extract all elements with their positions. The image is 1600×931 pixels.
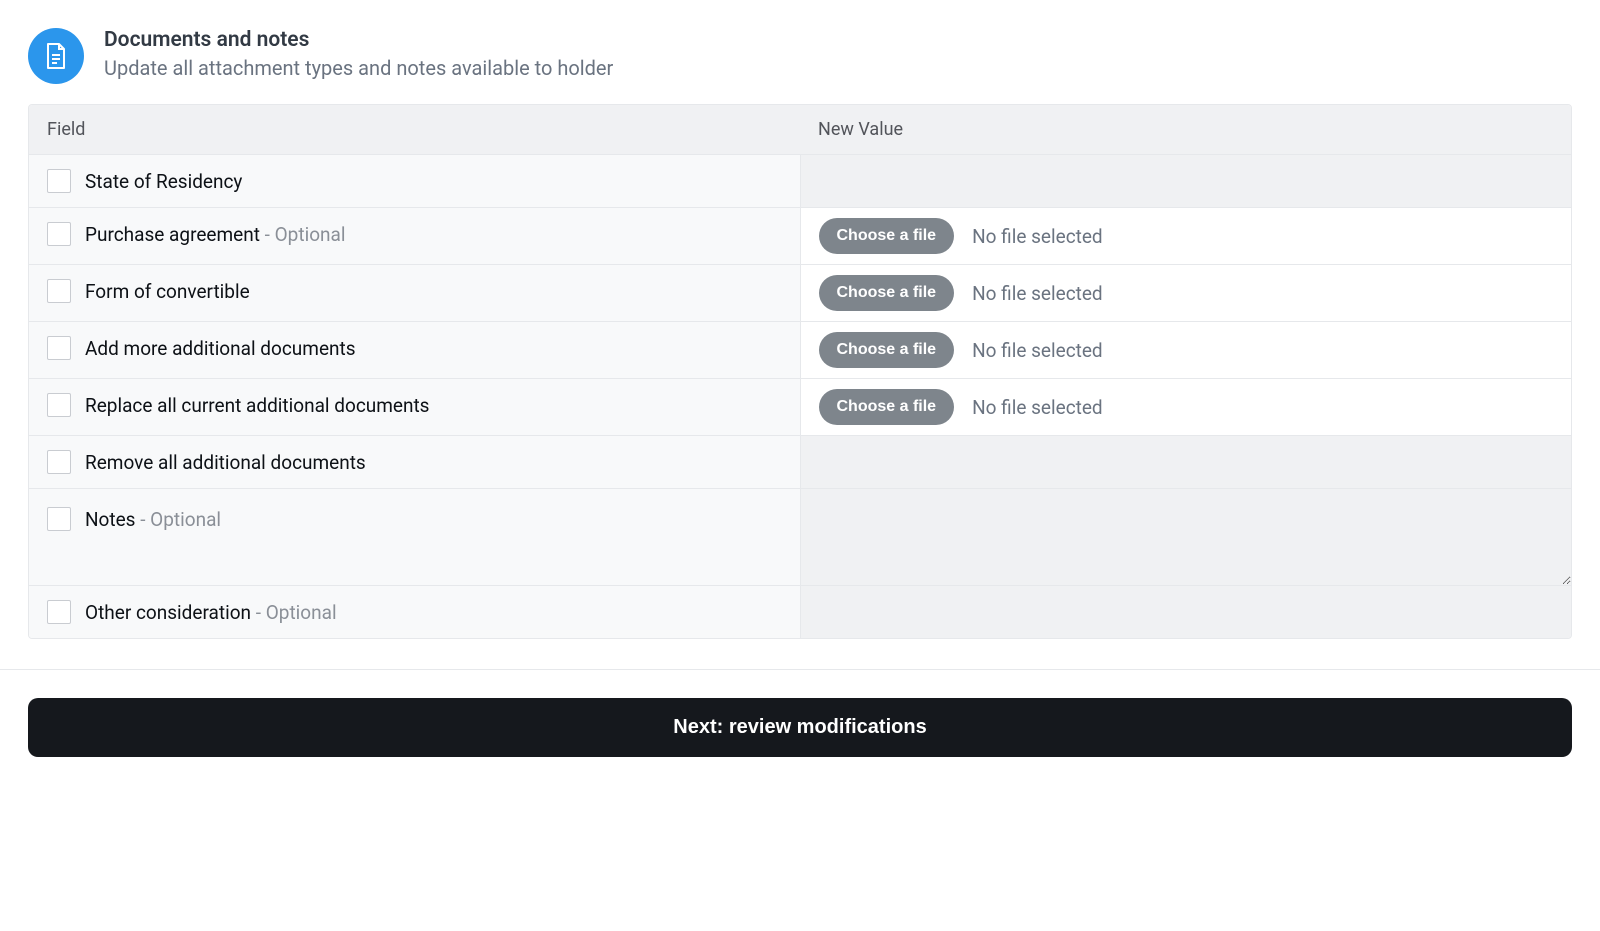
table-row: Form of convertible Choose a file No fil… — [29, 265, 1571, 322]
checkbox-purchase-agreement[interactable] — [47, 222, 71, 246]
table-row: Add more additional documents Choose a f… — [29, 322, 1571, 379]
value-cell-disabled — [800, 586, 1571, 639]
column-header-new-value: New Value — [800, 105, 1571, 155]
field-label: Purchase agreement - Optional — [85, 223, 345, 246]
checkbox-other-consideration[interactable] — [47, 600, 71, 624]
table-row: State of Residency — [29, 155, 1571, 208]
next-review-button[interactable]: Next: review modifications — [28, 698, 1572, 757]
file-status: No file selected — [972, 225, 1103, 248]
checkbox-notes[interactable] — [47, 507, 71, 531]
footer-bar: Next: review modifications — [0, 669, 1600, 785]
file-status: No file selected — [972, 339, 1103, 362]
choose-file-button[interactable]: Choose a file — [819, 218, 955, 254]
file-status: No file selected — [972, 282, 1103, 305]
checkbox-replace-docs[interactable] — [47, 393, 71, 417]
checkbox-form-of-convertible[interactable] — [47, 279, 71, 303]
choose-file-button[interactable]: Choose a file — [819, 332, 955, 368]
table-row: Remove all additional documents — [29, 436, 1571, 489]
field-label: Remove all additional documents — [85, 451, 366, 474]
field-label: Notes - Optional — [85, 508, 221, 531]
document-icon — [28, 28, 84, 84]
value-cell-disabled — [800, 155, 1571, 208]
field-label: Other consideration - Optional — [85, 601, 337, 624]
choose-file-button[interactable]: Choose a file — [819, 275, 955, 311]
file-status: No file selected — [972, 396, 1103, 419]
checkbox-remove-docs[interactable] — [47, 450, 71, 474]
value-cell-disabled — [800, 436, 1571, 489]
checkbox-add-more-docs[interactable] — [47, 336, 71, 360]
table-row: Replace all current additional documents… — [29, 379, 1571, 436]
notes-textarea[interactable] — [801, 489, 1572, 585]
section-subtitle: Update all attachment types and notes av… — [104, 56, 613, 80]
section-header: Documents and notes Update all attachmen… — [28, 28, 1572, 84]
choose-file-button[interactable]: Choose a file — [819, 389, 955, 425]
checkbox-state-of-residency[interactable] — [47, 169, 71, 193]
fields-table: Field New Value State of Residency — [28, 104, 1572, 639]
table-row: Purchase agreement - Optional Choose a f… — [29, 208, 1571, 265]
field-label: Replace all current additional documents — [85, 394, 430, 417]
table-row: Notes - Optional — [29, 489, 1571, 586]
field-label: State of Residency — [85, 170, 242, 193]
section-title: Documents and notes — [104, 28, 613, 52]
column-header-field: Field — [29, 105, 800, 155]
field-label: Add more additional documents — [85, 337, 356, 360]
field-label: Form of convertible — [85, 280, 250, 303]
table-row: Other consideration - Optional — [29, 586, 1571, 639]
